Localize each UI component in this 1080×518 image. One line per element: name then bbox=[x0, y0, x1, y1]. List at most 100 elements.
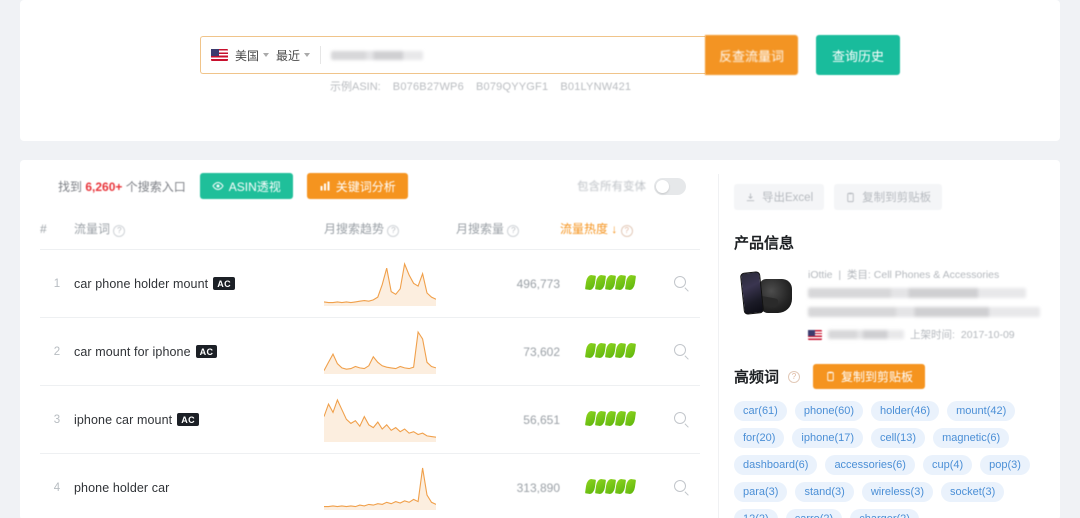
heat-leaf-icon bbox=[624, 273, 636, 291]
col-heat[interactable]: 流量热度 ↓ ? bbox=[560, 212, 660, 250]
ac-badge: AC bbox=[177, 412, 200, 426]
category-label: 类目: bbox=[846, 269, 871, 281]
asin-insight-label: ASIN透视 bbox=[228, 179, 281, 194]
row-volume: 73,602 bbox=[523, 344, 560, 359]
row-trend-cell bbox=[324, 385, 456, 454]
col-heat-label: 流量热度 bbox=[560, 222, 609, 236]
col-actions bbox=[660, 212, 700, 250]
range-select[interactable]: 最近 bbox=[276, 47, 311, 64]
table-row[interactable]: 1 car phone holder mount AC 496,773 bbox=[40, 249, 700, 318]
high-frequency-tag[interactable]: iphone(17) bbox=[792, 428, 863, 448]
hf-copy-button[interactable]: 复制到剪贴板 bbox=[813, 364, 926, 389]
high-frequency-tag[interactable]: para(3) bbox=[734, 482, 788, 502]
row-heat-cell bbox=[560, 453, 660, 518]
row-keyword-cell: phone holder car bbox=[74, 453, 324, 518]
example-asin-2[interactable]: B079QYYGF1 bbox=[476, 81, 548, 93]
high-frequency-tag[interactable]: magnetic(6) bbox=[933, 428, 1010, 448]
question-mark-icon[interactable]: ? bbox=[620, 224, 633, 237]
question-mark-icon[interactable]: ? bbox=[507, 224, 520, 237]
country-select[interactable]: 美国 bbox=[235, 47, 270, 64]
asin-insight-button[interactable]: ASIN透视 bbox=[199, 173, 293, 199]
heat-leaf-icon bbox=[594, 273, 606, 291]
row-keyword[interactable]: car phone holder mount bbox=[74, 277, 208, 291]
search-history-button[interactable]: 查询历史 bbox=[816, 35, 901, 75]
hf-copy-label: 复制到剪贴板 bbox=[841, 370, 914, 384]
magnifier-icon[interactable] bbox=[674, 412, 686, 424]
found-prefix: 找到 bbox=[58, 179, 83, 194]
product-marketplace-line: 上架时间: 2017-10-09 bbox=[808, 327, 1046, 342]
row-volume-cell: 496,773 bbox=[456, 249, 560, 318]
row-actions-cell bbox=[660, 385, 700, 454]
high-frequency-tag[interactable]: for(20) bbox=[734, 428, 785, 448]
high-frequency-tag[interactable]: 12(2) bbox=[734, 509, 778, 518]
copy-clipboard-label: 复制到剪贴板 bbox=[862, 192, 932, 204]
search-box[interactable]: 美国 最近 bbox=[200, 36, 705, 74]
variants-toggle-label: 包含所有变体 bbox=[577, 181, 646, 193]
heat-leaf-icon bbox=[594, 409, 606, 427]
export-excel-button[interactable]: 导出Excel bbox=[734, 184, 825, 210]
variants-toggle[interactable] bbox=[654, 177, 686, 195]
high-frequency-tag[interactable]: wireless(3) bbox=[861, 482, 934, 502]
keyword-analysis-button[interactable]: 关键词分析 bbox=[306, 173, 408, 199]
question-mark-icon[interactable]: ? bbox=[788, 370, 801, 383]
row-trend-cell bbox=[324, 453, 456, 518]
copy-clipboard-button[interactable]: 复制到剪贴板 bbox=[834, 184, 943, 210]
high-frequency-tag[interactable]: cup(4) bbox=[922, 455, 973, 475]
row-heat-cell bbox=[560, 249, 660, 318]
row-keyword[interactable]: iphone car mount bbox=[74, 413, 172, 427]
high-frequency-tag[interactable]: mount(42) bbox=[947, 401, 1016, 421]
app-root: 618MR 美国 最近 反查流量词 查询历史 示例ASIN: B bbox=[0, 0, 1080, 518]
question-mark-icon[interactable]: ? bbox=[113, 224, 126, 237]
row-keyword[interactable]: phone holder car bbox=[74, 481, 169, 495]
meta-separator: | bbox=[835, 269, 844, 281]
row-volume: 313,890 bbox=[516, 480, 560, 495]
high-frequency-tag[interactable]: accessories(6) bbox=[825, 455, 915, 475]
country-select-label: 美国 bbox=[235, 48, 260, 63]
table-row[interactable]: 3 iphone car mount AC 56,651 bbox=[40, 385, 700, 454]
row-heat-cell bbox=[560, 317, 660, 386]
magnifier-icon[interactable] bbox=[674, 344, 686, 356]
heat-leaf-icon bbox=[584, 273, 596, 291]
col-trend: 月搜索趋势 ? bbox=[324, 212, 456, 250]
product-thumbnail[interactable] bbox=[734, 267, 796, 329]
col-volume: 月搜索量 ? bbox=[456, 212, 560, 250]
question-mark-icon[interactable]: ? bbox=[387, 224, 400, 237]
high-frequency-tag[interactable]: cell(13) bbox=[871, 428, 926, 448]
detail-panel: 导出Excel 复制到剪贴板 产品信息 iOttie | 类目: Cell Ph… bbox=[720, 160, 1060, 518]
row-volume-cell: 73,602 bbox=[456, 317, 560, 386]
product-brand-category: iOttie | 类目: Cell Phones & Accessories bbox=[808, 267, 1046, 282]
example-asin-line: 示例ASIN: B076B27WP6 B079QYYGF1 B01LYNW421 bbox=[330, 78, 631, 94]
high-frequency-tag[interactable]: dashboard(6) bbox=[734, 455, 818, 475]
example-asin-3[interactable]: B01LYNW421 bbox=[560, 81, 631, 93]
high-frequency-tag[interactable]: holder(46) bbox=[871, 401, 940, 421]
heat-rating bbox=[584, 341, 636, 359]
magnifier-icon[interactable] bbox=[674, 276, 686, 288]
product-title-line2 bbox=[808, 307, 1040, 317]
magnifier-icon[interactable] bbox=[674, 480, 686, 492]
high-frequency-tag[interactable]: carro(2) bbox=[785, 509, 843, 518]
high-frequency-tag[interactable]: phone(60) bbox=[794, 401, 863, 421]
column-divider bbox=[718, 174, 719, 518]
row-heat-cell bbox=[560, 385, 660, 454]
high-frequency-tag[interactable]: stand(3) bbox=[795, 482, 854, 502]
table-row[interactable]: 4 phone holder car 313,890 bbox=[40, 453, 700, 518]
col-keyword: 流量词 ? bbox=[74, 212, 324, 250]
table-row[interactable]: 2 car mount for iphone AC 73,602 bbox=[40, 317, 700, 386]
col-volume-label: 月搜索量 bbox=[456, 222, 505, 236]
row-keyword[interactable]: car mount for iphone bbox=[74, 345, 191, 359]
asin-search-input[interactable] bbox=[331, 50, 424, 60]
high-frequency-tag[interactable]: socket(3) bbox=[941, 482, 1005, 502]
example-asin-1[interactable]: B076B27WP6 bbox=[393, 81, 464, 93]
high-frequency-tag[interactable]: pop(3) bbox=[980, 455, 1030, 475]
row-actions-cell bbox=[660, 317, 700, 386]
chevron-down-icon bbox=[263, 53, 270, 57]
product-meta: iOttie | 类目: Cell Phones & Accessories 上… bbox=[808, 267, 1046, 342]
high-frequency-tag[interactable]: charger(2) bbox=[850, 509, 919, 518]
table-header-row: # 流量词 ? 月搜索趋势 ? 月搜索量 ? 流量热度 ↓ ? bbox=[40, 212, 700, 250]
heat-leaf-icon bbox=[624, 477, 636, 495]
us-flag-icon bbox=[211, 49, 228, 61]
col-index: # bbox=[40, 212, 74, 250]
heat-leaf-icon bbox=[604, 273, 616, 291]
reverse-search-button[interactable]: 反查流量词 bbox=[705, 35, 799, 75]
high-frequency-tag[interactable]: car(61) bbox=[734, 401, 787, 421]
